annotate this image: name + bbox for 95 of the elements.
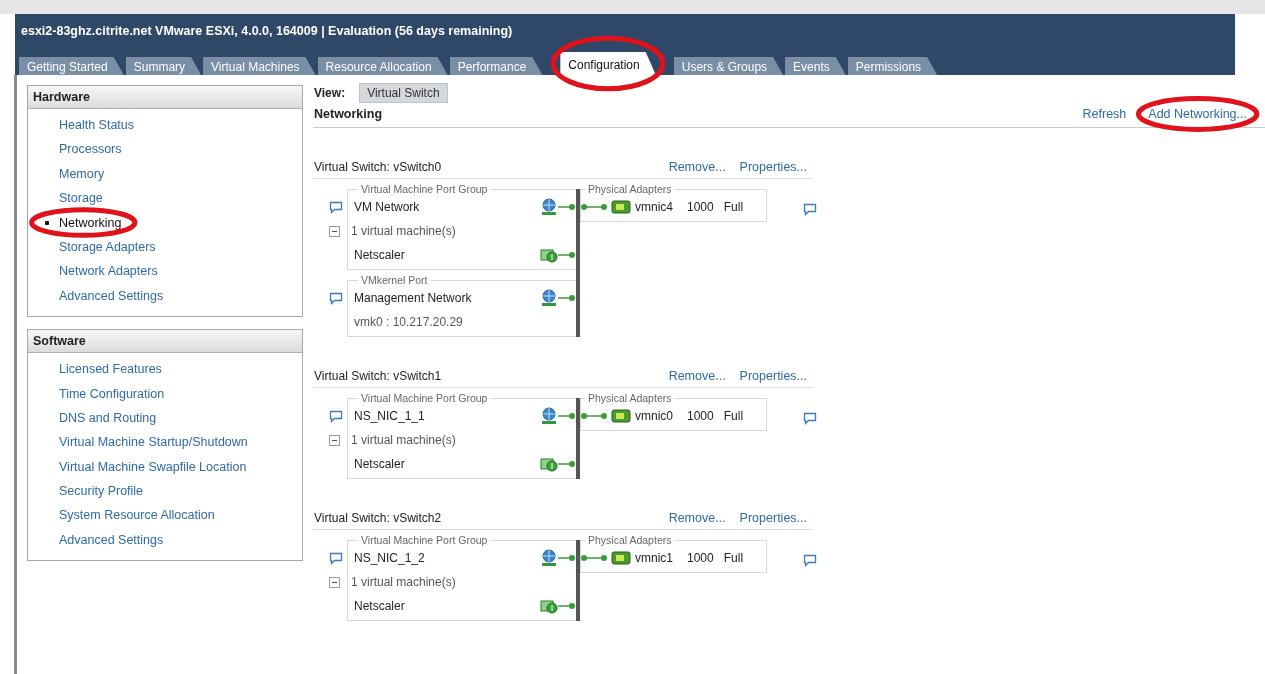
sidebar-link[interactable]: Storage Adapters — [59, 238, 156, 255]
sidebar-link[interactable]: Storage — [59, 190, 103, 207]
sidebar-link[interactable]: Network Adapters — [59, 263, 158, 280]
vm-name: Netscaler — [354, 248, 406, 262]
action-link[interactable]: Remove... — [668, 511, 726, 525]
group-legend: Virtual Machine Port Group — [358, 392, 491, 404]
group-legend: Virtual Machine Port Group — [358, 534, 491, 546]
port-group-name: VM Network — [354, 200, 421, 214]
connector-line — [558, 553, 576, 563]
connector-line — [558, 459, 576, 469]
section-heading: Networking — [314, 107, 383, 121]
network-icon — [540, 549, 558, 567]
vm-count: 1 virtual machine(s) — [351, 224, 456, 238]
connector-line — [581, 553, 607, 563]
sidebar-link[interactable]: Virtual Machine Swapfile Location — [59, 458, 247, 475]
action-link[interactable]: Properties... — [739, 511, 807, 525]
sidebar-link[interactable]: Processors — [59, 141, 122, 158]
window-title: esxi2-83ghz.citrite.net VMware ESXi, 4.0.0, 164009 | Evaluation (56 days remaining) — [20, 23, 514, 38]
group-legend: Physical Adapters — [585, 534, 675, 546]
group-legend: Physical Adapters — [585, 392, 675, 404]
sidebar-link[interactable]: Health Status — [59, 117, 135, 133]
adapter-duplex: Full — [723, 200, 744, 214]
switch-title: Virtual Switch: vSwitch1 — [314, 369, 442, 383]
adapter-speed: 1000 — [687, 409, 714, 423]
tab[interactable]: Summary — [125, 57, 202, 75]
adapter-name: vmnic4 — [635, 200, 673, 214]
tab[interactable]: Permissions — [847, 57, 938, 75]
comment-icon — [803, 554, 817, 567]
connector-line — [558, 293, 576, 303]
action-link[interactable]: Remove... — [668, 160, 726, 174]
tab[interactable]: Virtual Machines — [203, 57, 316, 75]
action-link[interactable]: Properties... — [739, 160, 807, 174]
tab[interactable]: Events — [785, 57, 846, 75]
action-link[interactable]: Properties... — [739, 369, 807, 383]
adapter-duplex: Full — [723, 409, 744, 423]
panel-header: Software — [28, 330, 302, 354]
network-icon — [540, 289, 558, 307]
adapter-speed: 1000 — [687, 200, 714, 214]
view-button[interactable]: Virtual Switch — [359, 83, 448, 103]
connector-line — [558, 601, 576, 611]
sidebar-link[interactable]: DNS and Routing — [59, 409, 157, 426]
network-card-icon — [611, 409, 631, 423]
tab[interactable]: Getting Started — [19, 57, 124, 75]
sidebar-link[interactable]: Memory — [59, 165, 105, 182]
switch-title: Virtual Switch: vSwitch2 — [314, 511, 442, 525]
tab[interactable]: Performance — [449, 57, 543, 75]
tab[interactable]: Users & Groups — [673, 57, 784, 75]
adapter-name: vmnic0 — [635, 409, 673, 423]
sidebar-link[interactable]: Licensed Features — [59, 361, 162, 378]
vm-name: Netscaler — [354, 457, 406, 471]
vm-icon — [540, 246, 558, 264]
port-group-name: NS_NIC_1_1 — [354, 409, 426, 423]
tab[interactable]: Resource Allocation — [317, 57, 448, 75]
group-legend: Virtual Machine Port Group — [358, 183, 491, 195]
sidebar-link[interactable]: Security Profile — [59, 483, 144, 500]
sidebar-link[interactable]: System Resource Allocation — [59, 507, 215, 524]
vm-count: 1 virtual machine(s) — [351, 433, 456, 447]
action-link[interactable]: Add Networking... — [1148, 107, 1247, 121]
vm-icon — [540, 597, 558, 615]
sidebar-link[interactable]: Virtual Machine Startup/Shutdown — [59, 434, 248, 451]
comment-icon — [329, 291, 343, 305]
network-icon — [540, 198, 558, 216]
panel-header: Hardware — [28, 86, 302, 109]
connector-line — [558, 411, 576, 421]
sidebar-link[interactable]: Advanced Settings — [59, 287, 164, 304]
connector-line — [581, 411, 607, 421]
vm-name: Netscaler — [354, 599, 406, 613]
connector-line — [558, 250, 576, 260]
network-card-icon — [611, 200, 631, 214]
vm-icon — [540, 455, 558, 473]
action-link[interactable]: Refresh — [1082, 107, 1127, 121]
view-label: View: — [314, 86, 346, 100]
vmkernel-address: vmk0 : 10.217.20.29 — [354, 315, 463, 329]
switch-title: Virtual Switch: vSwitch0 — [314, 160, 442, 174]
comment-icon — [803, 203, 817, 216]
connector-line — [581, 202, 607, 212]
sidebar-link[interactable]: Time Configuration — [59, 385, 165, 402]
group-legend: Physical Adapters — [585, 183, 675, 195]
connector-line — [558, 202, 576, 212]
comment-icon — [329, 200, 343, 214]
action-link[interactable]: Remove... — [668, 369, 726, 383]
adapter-name: vmnic1 — [635, 551, 673, 565]
tab[interactable]: Configuration — [560, 52, 656, 75]
adapter-speed: 1000 — [687, 551, 714, 565]
comment-icon — [803, 412, 817, 425]
network-icon — [540, 407, 558, 425]
adapter-duplex: Full — [723, 551, 744, 565]
vm-count: 1 virtual machine(s) — [351, 575, 456, 589]
network-card-icon — [611, 551, 631, 565]
group-legend: VMkernel Port — [358, 274, 431, 286]
port-group-name: Management Network — [354, 291, 473, 305]
port-group-name: NS_NIC_1_2 — [354, 551, 426, 565]
comment-icon — [329, 409, 343, 423]
sidebar-link[interactable]: Advanced Settings — [59, 531, 164, 548]
comment-icon — [329, 551, 343, 565]
